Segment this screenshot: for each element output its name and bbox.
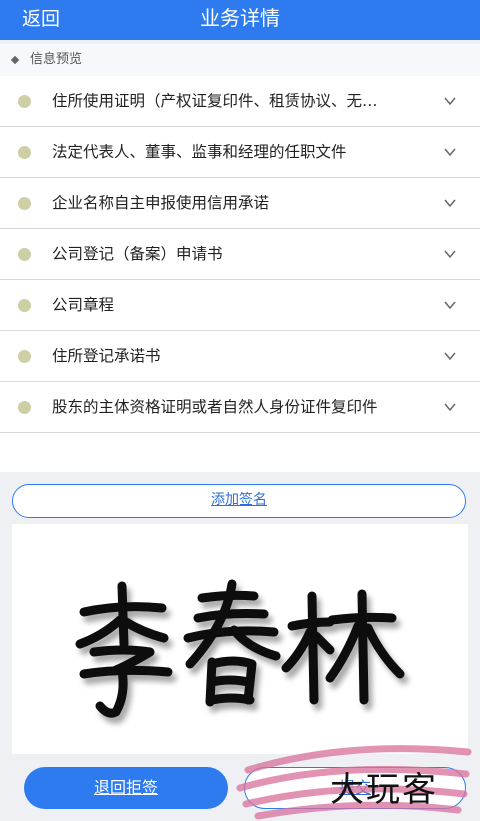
handwritten-signature [75, 579, 405, 718]
document-item[interactable]: 公司登记（备案）申请书 [0, 229, 480, 280]
status-dot-icon [18, 197, 31, 210]
chevron-down-icon [444, 250, 456, 259]
document-item[interactable]: 住所使用证明（产权证复印件、租赁协议、无… [0, 76, 480, 127]
status-dot-icon [18, 95, 31, 108]
document-label: 股东的主体资格证明或者自然人身份证件复印件 [52, 398, 378, 416]
chevron-down-icon [444, 199, 456, 208]
chevron-down-icon [444, 403, 456, 412]
signature-area [12, 524, 468, 754]
page-title: 业务详情 [200, 6, 280, 30]
top-bar: 返回 业务详情 [0, 0, 480, 40]
watermark-text: 大玩客 [330, 770, 438, 810]
add-signature-button[interactable]: 添加签名 [12, 484, 466, 518]
document-item[interactable]: 住所登记承诺书 [0, 331, 480, 382]
chevron-down-icon [444, 97, 456, 106]
document-label: 公司登记（备案）申请书 [52, 245, 223, 263]
chevron-down-icon [444, 301, 456, 310]
document-list: 住所使用证明（产权证复印件、租赁协议、无… 法定代表人、董事、监事和经理的任职文… [0, 76, 480, 472]
document-label: 企业名称自主申报使用信用承诺 [52, 194, 270, 212]
document-label: 住所登记承诺书 [52, 347, 161, 365]
reject-button[interactable]: 退回拒签 [24, 767, 228, 809]
document-item[interactable]: 股东的主体资格证明或者自然人身份证件复印件 [0, 382, 480, 433]
status-dot-icon [18, 350, 31, 363]
divider [0, 472, 480, 482]
status-dot-icon [18, 299, 31, 312]
document-label: 公司章程 [52, 296, 115, 314]
chevron-down-icon [444, 352, 456, 361]
section-title: 信息预览 [30, 52, 83, 67]
document-label: 住所使用证明（产权证复印件、租赁协议、无… [52, 92, 378, 110]
status-dot-icon [18, 401, 31, 414]
status-dot-icon [18, 146, 31, 159]
document-label: 法定代表人、董事、监事和经理的任职文件 [52, 143, 347, 161]
document-item[interactable]: 企业名称自主申报使用信用承诺 [0, 178, 480, 229]
document-item[interactable]: 法定代表人、董事、监事和经理的任职文件 [0, 127, 480, 178]
status-dot-icon [18, 248, 31, 261]
document-item[interactable]: 公司章程 [0, 280, 480, 331]
section-header: 信息预览 [0, 44, 480, 76]
chevron-down-icon [444, 148, 456, 157]
diamond-bullet-icon [10, 55, 20, 65]
